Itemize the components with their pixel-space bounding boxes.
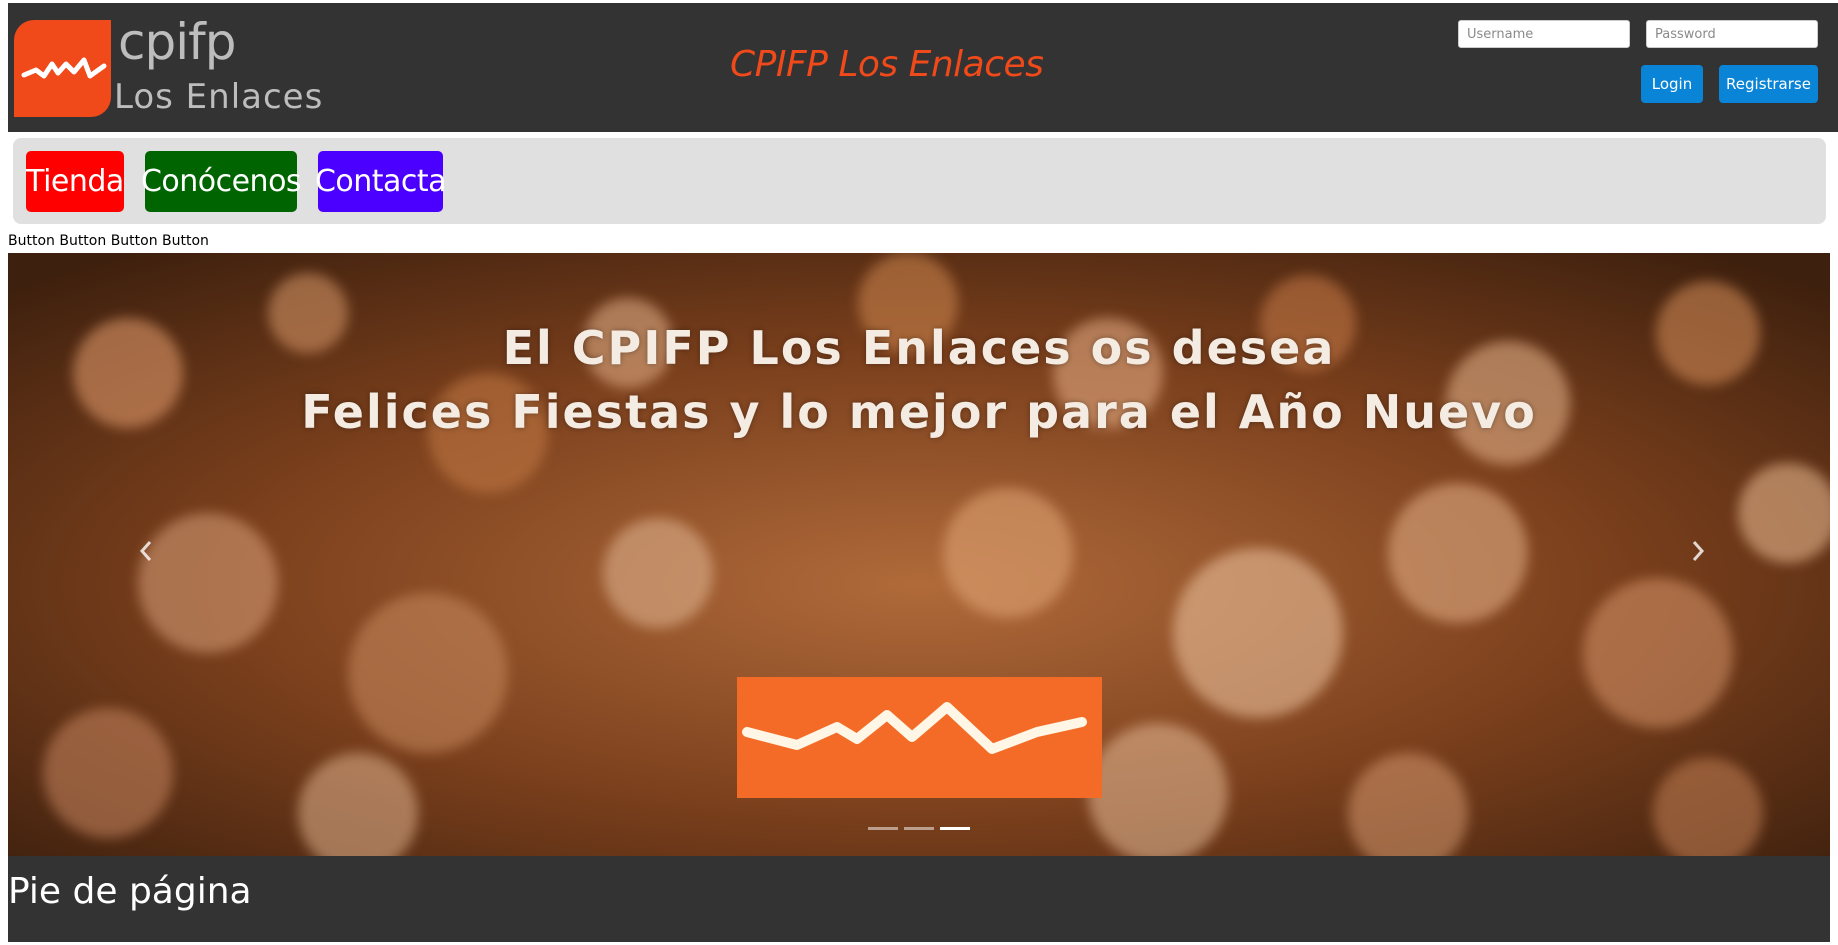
logo-mark[interactable]: [14, 20, 111, 117]
carousel-next-button[interactable]: [1678, 531, 1718, 571]
password-input[interactable]: [1646, 20, 1818, 48]
login-button[interactable]: Login: [1641, 65, 1703, 103]
username-input[interactable]: [1458, 20, 1630, 48]
carousel-indicator[interactable]: [868, 827, 898, 830]
site-title: CPIFP Los Enlaces: [730, 44, 1044, 85]
image-carousel[interactable]: El CPIFP Los Enlaces os desea Felices Fi…: [8, 253, 1830, 856]
main-nav: Tienda Conócenos Contacta: [13, 138, 1826, 224]
carousel-indicator[interactable]: [904, 827, 934, 830]
page: cpifp Los Enlaces CPIFP Los Enlaces Logi…: [0, 0, 1838, 945]
footer-text: Pie de página: [8, 871, 252, 912]
logo-wave-icon: [742, 702, 1087, 754]
chevron-right-icon: [1692, 541, 1705, 561]
logo-wave-icon: [21, 57, 107, 79]
carousel-prev-button[interactable]: [126, 531, 166, 571]
logo-text-cpifp: cpifp: [118, 13, 236, 71]
nav-button-conocenos[interactable]: Conócenos: [141, 151, 302, 212]
register-button[interactable]: Registrarse: [1719, 65, 1818, 103]
carousel-indicator-active[interactable]: [940, 827, 970, 830]
nav-button-tienda[interactable]: Tienda: [26, 151, 124, 212]
logo-text-los-enlaces: Los Enlaces: [114, 77, 324, 117]
chevron-left-icon: [139, 541, 152, 561]
header: cpifp Los Enlaces CPIFP Los Enlaces Logi…: [8, 3, 1838, 132]
slide-logo: [737, 677, 1102, 798]
button-text-row: Button Button Button Button: [8, 233, 209, 249]
slide-text-line-2: Felices Fiestas y lo mejor para el Año N…: [301, 385, 1537, 439]
nav-button-contacta[interactable]: Contacta: [315, 151, 447, 212]
footer: Pie de página: [8, 856, 1830, 942]
slide-text-line-1: El CPIFP Los Enlaces os desea: [502, 321, 1336, 375]
